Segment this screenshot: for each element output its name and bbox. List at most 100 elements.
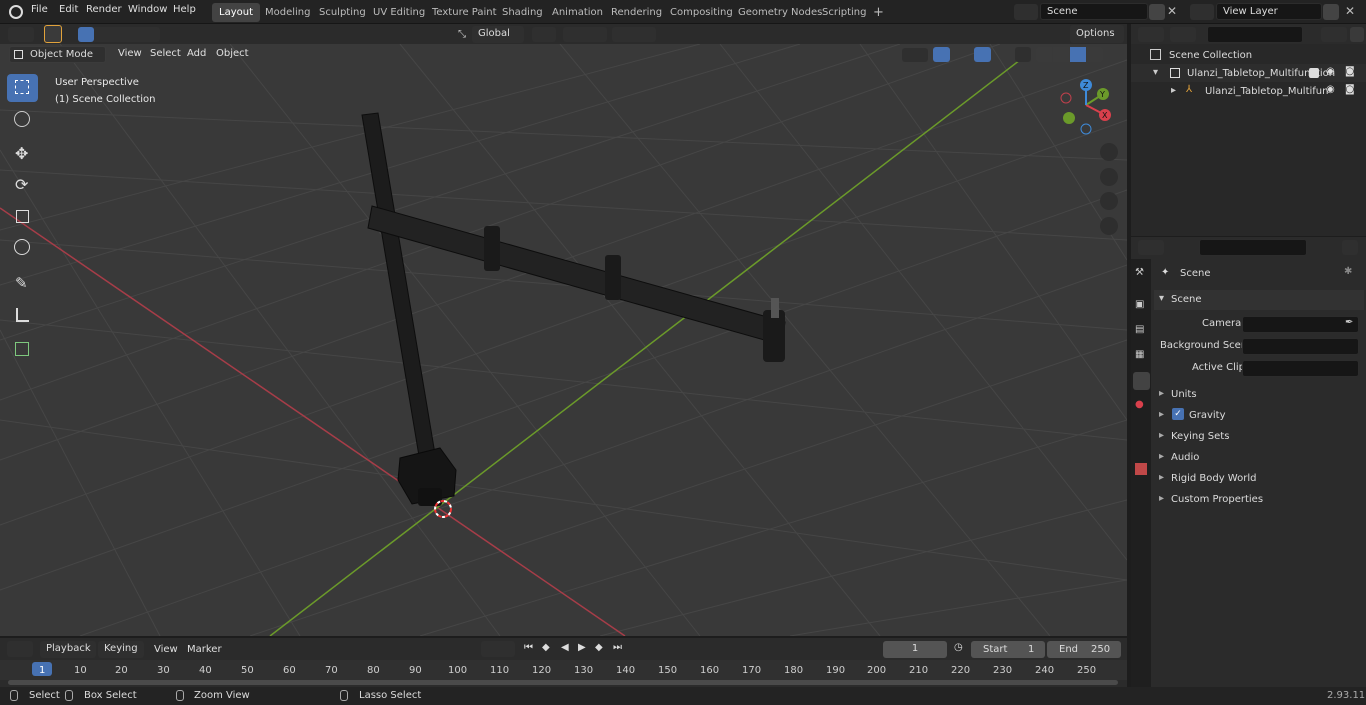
menu-select[interactable]: Select <box>150 48 181 59</box>
playback-menu[interactable]: Playback <box>40 641 96 658</box>
tab-sculpting[interactable]: Sculpting <box>312 3 373 22</box>
outliner-row-collection[interactable]: ▾ Ulanzi_Tabletop_Multifunction ◉ ◙ <box>1131 64 1366 82</box>
properties-editor-type-icon[interactable] <box>1138 240 1164 255</box>
menu-file[interactable]: File <box>31 4 48 15</box>
active-clip-field[interactable] <box>1242 360 1359 377</box>
view-layer-selector-icon[interactable] <box>1190 4 1214 20</box>
play-icon[interactable]: ▶ <box>578 642 586 653</box>
timeline-editor-type-icon[interactable] <box>7 641 33 657</box>
section-keying-sets[interactable]: ▸ Keying Sets <box>1154 427 1364 446</box>
transform-tool[interactable] <box>7 234 38 262</box>
tab-uv-editing[interactable]: UV Editing <box>366 3 432 22</box>
ortho-grid-icon[interactable] <box>1100 217 1118 235</box>
select-box-tool[interactable] <box>7 74 38 102</box>
view-layer-field[interactable]: View Layer <box>1216 3 1322 20</box>
camera-field[interactable] <box>1242 316 1359 333</box>
scene-panel-header[interactable]: ▾ Scene <box>1154 290 1364 310</box>
jump-start-icon[interactable]: ⏮ <box>524 642 533 653</box>
xray-toggle-icon[interactable] <box>1015 47 1031 62</box>
menu-render[interactable]: Render <box>86 4 122 15</box>
new-scene-icon[interactable] <box>1149 4 1165 20</box>
select-tool-icon[interactable] <box>44 25 62 43</box>
menu-add[interactable]: Add <box>187 48 206 59</box>
tab-animation[interactable]: Animation <box>545 3 610 22</box>
new-view-layer-icon[interactable] <box>1323 4 1339 20</box>
shading-rendered-icon[interactable] <box>1087 47 1103 62</box>
menu-edit[interactable]: Edit <box>59 4 78 15</box>
new-collection-icon[interactable] <box>1350 27 1364 42</box>
view-layer-tab-icon[interactable]: ▦ <box>1135 349 1144 360</box>
section-gravity[interactable]: ▸ ✓ Gravity <box>1154 406 1364 425</box>
gravity-checkbox[interactable]: ✓ <box>1172 408 1184 420</box>
expand-arrow-icon[interactable]: ▸ <box>1171 85 1176 96</box>
menu-view[interactable]: View <box>118 48 142 59</box>
section-custom-properties[interactable]: ▸ Custom Properties <box>1154 490 1364 509</box>
eyedropper-icon[interactable]: ✒ <box>1345 317 1353 328</box>
add-cube-tool[interactable] <box>7 336 38 364</box>
outliner-editor-type-icon[interactable] <box>1138 27 1164 42</box>
navigation-gizmo[interactable]: Y X Z <box>1058 77 1118 137</box>
shading-wireframe-icon[interactable] <box>1036 47 1052 62</box>
display-mode-icon[interactable] <box>1170 27 1196 42</box>
play-reverse-icon[interactable]: ◀ <box>561 642 569 653</box>
current-frame-field[interactable]: 1 <box>883 641 947 658</box>
selection-mode-new-icon[interactable] <box>78 27 94 42</box>
tab-rendering[interactable]: Rendering <box>604 3 669 22</box>
prev-keyframe-icon[interactable]: ◆ <box>542 642 550 653</box>
gizmo-toggle-icon[interactable] <box>933 47 950 62</box>
pan-view-hand-icon[interactable] <box>1100 168 1118 186</box>
stopwatch-icon[interactable]: ◷ <box>954 642 963 653</box>
jump-end-icon[interactable]: ⏭ <box>613 642 622 653</box>
scene-tab-icon[interactable] <box>1133 372 1150 390</box>
object-mode-dropdown[interactable]: Object Mode <box>9 46 106 63</box>
background-scene-field[interactable] <box>1242 338 1359 355</box>
camera-render-icon[interactable]: ◙ <box>1345 84 1355 95</box>
orientation-dropdown[interactable]: Global <box>472 26 524 43</box>
options-button[interactable]: Options <box>1070 25 1124 43</box>
world-tab-icon[interactable]: ● <box>1135 399 1144 410</box>
properties-options-icon[interactable] <box>1342 240 1358 255</box>
move-tool[interactable]: ✥ <box>7 141 38 169</box>
section-audio[interactable]: ▸ Audio <box>1154 448 1364 467</box>
pin-icon[interactable]: ✱ <box>1344 266 1352 277</box>
tab-modeling[interactable]: Modeling <box>258 3 318 22</box>
tab-layout[interactable]: Layout <box>212 3 260 22</box>
zoom-view-icon[interactable] <box>1100 143 1118 161</box>
delete-scene-icon[interactable]: ✕ <box>1167 4 1177 18</box>
visibility-icon[interactable] <box>902 48 928 62</box>
outliner-search-input[interactable] <box>1207 26 1303 43</box>
annotate-tool[interactable]: ✎ <box>7 271 38 299</box>
shading-solid-icon[interactable] <box>1053 47 1069 62</box>
shading-material-icon[interactable] <box>1070 47 1086 62</box>
section-units[interactable]: ▸ Units <box>1154 385 1364 404</box>
camera-view-icon[interactable] <box>1100 192 1118 210</box>
measure-tool[interactable] <box>7 302 38 330</box>
tab-shading[interactable]: Shading <box>495 3 550 22</box>
scene-selector-icon[interactable] <box>1014 4 1038 20</box>
filter-icon[interactable] <box>1321 27 1347 42</box>
editor-type-icon[interactable] <box>8 27 34 42</box>
menu-help[interactable]: Help <box>173 4 196 15</box>
exclude-checkbox[interactable] <box>1309 68 1319 78</box>
snap-icon[interactable] <box>563 27 607 42</box>
camera-render-icon[interactable]: ◙ <box>1345 66 1355 77</box>
properties-search-input[interactable] <box>1199 239 1307 256</box>
overlay-toggle-icon[interactable] <box>974 47 991 62</box>
next-keyframe-icon[interactable]: ◆ <box>595 642 603 653</box>
tool-tab-icon[interactable]: ⚒ <box>1135 267 1144 278</box>
texture-tab-icon[interactable] <box>1135 463 1147 475</box>
output-tab-icon[interactable]: ▤ <box>1135 324 1144 335</box>
outliner-row-object[interactable]: ▸ ⅄ Ulanzi_Tabletop_Multifun ◉ ◙ <box>1131 82 1366 100</box>
3d-viewport[interactable]: User Perspective (1) Scene Collection ✥ … <box>0 44 1127 636</box>
proportional-edit-icon[interactable] <box>612 27 656 42</box>
tab-scripting[interactable]: Scripting <box>815 3 873 22</box>
timeline-scrollbar[interactable] <box>8 680 1118 685</box>
timeline-marker-menu[interactable]: Marker <box>187 644 222 655</box>
eye-visibility-icon[interactable]: ◉ <box>1326 66 1335 77</box>
record-keyframe-icon[interactable] <box>481 641 515 657</box>
scene-name-field[interactable]: Scene <box>1040 3 1148 20</box>
cursor-tool[interactable] <box>7 106 38 134</box>
pivot-point-icon[interactable] <box>532 27 556 42</box>
timeline-view-menu[interactable]: View <box>154 644 178 655</box>
outliner-row-scene-collection[interactable]: Scene Collection <box>1131 46 1366 64</box>
